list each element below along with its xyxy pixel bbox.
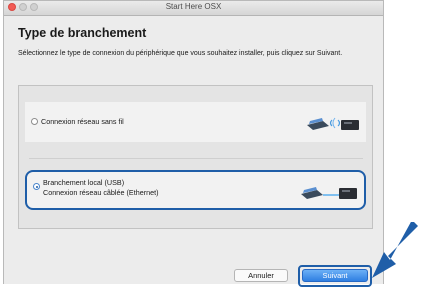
options-divider bbox=[29, 158, 363, 159]
instructions-text: Sélectionnez le type de connexion du pér… bbox=[18, 50, 343, 57]
connection-options-panel: Connexion réseau sans fil Branchement lo… bbox=[18, 85, 373, 229]
cancel-button[interactable]: Annuler bbox=[234, 269, 288, 282]
pointer-arrow-icon bbox=[372, 222, 418, 278]
installer-window: Start Here OSX Type de branchement Sélec… bbox=[3, 0, 384, 287]
option-usb-ethernet-label: Branchement local (USB) Connexion réseau… bbox=[43, 178, 158, 197]
window-title: Start Here OSX bbox=[165, 2, 222, 11]
option-wireless-label: Connexion réseau sans fil bbox=[41, 117, 124, 126]
wireless-network-illustration bbox=[307, 117, 359, 130]
option-usb-line1: Branchement local (USB) bbox=[43, 178, 125, 187]
option-usb-ethernet[interactable]: Branchement local (USB) Connexion réseau… bbox=[25, 170, 366, 210]
radio-wireless[interactable] bbox=[31, 118, 38, 125]
option-wireless[interactable]: Connexion réseau sans fil bbox=[25, 102, 366, 142]
title-bar: Start Here OSX bbox=[4, 1, 383, 16]
page-title: Type de branchement bbox=[18, 26, 147, 40]
option-usb-line2: Connexion réseau câblée (Ethernet) bbox=[43, 187, 159, 197]
usb-cable-illustration bbox=[301, 187, 357, 199]
next-button[interactable]: Suivant bbox=[302, 269, 368, 282]
radio-usb-ethernet[interactable] bbox=[33, 183, 40, 190]
